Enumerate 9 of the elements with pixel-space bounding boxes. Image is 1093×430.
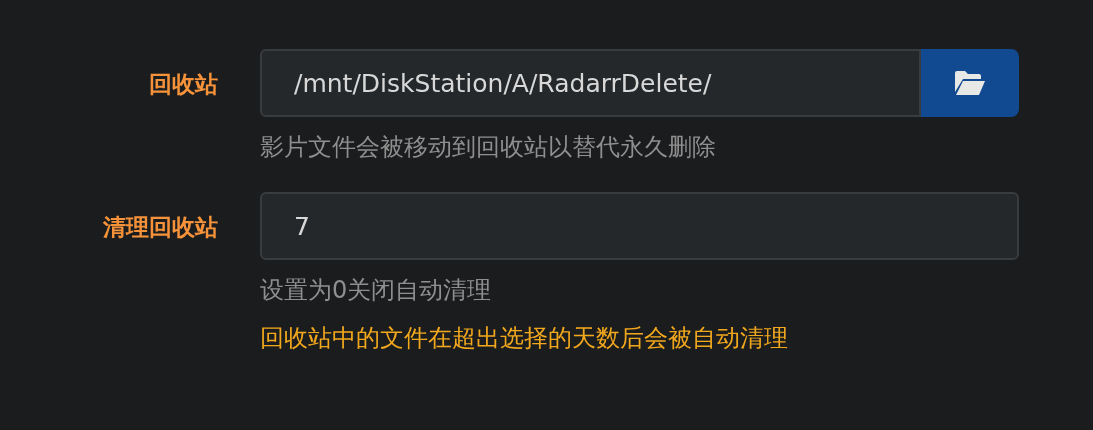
field-label: 清理回收站 <box>102 213 218 242</box>
folder-icon <box>954 70 986 96</box>
help-text: 设置为0关闭自动清理 <box>260 275 493 306</box>
number-field[interactable]: 7 <box>260 192 1019 260</box>
field-label: 回收站 <box>148 70 218 99</box>
path-field[interactable]: /mnt/DiskStation/A/RadarrDelete/ <box>260 49 921 117</box>
browse-button[interactable] <box>921 49 1019 117</box>
help-text: 影片文件会被移动到回收站以替代永久删除 <box>260 132 717 163</box>
warning-text: 回收站中的文件在超出选择的天数后会被自动清理 <box>260 323 789 354</box>
